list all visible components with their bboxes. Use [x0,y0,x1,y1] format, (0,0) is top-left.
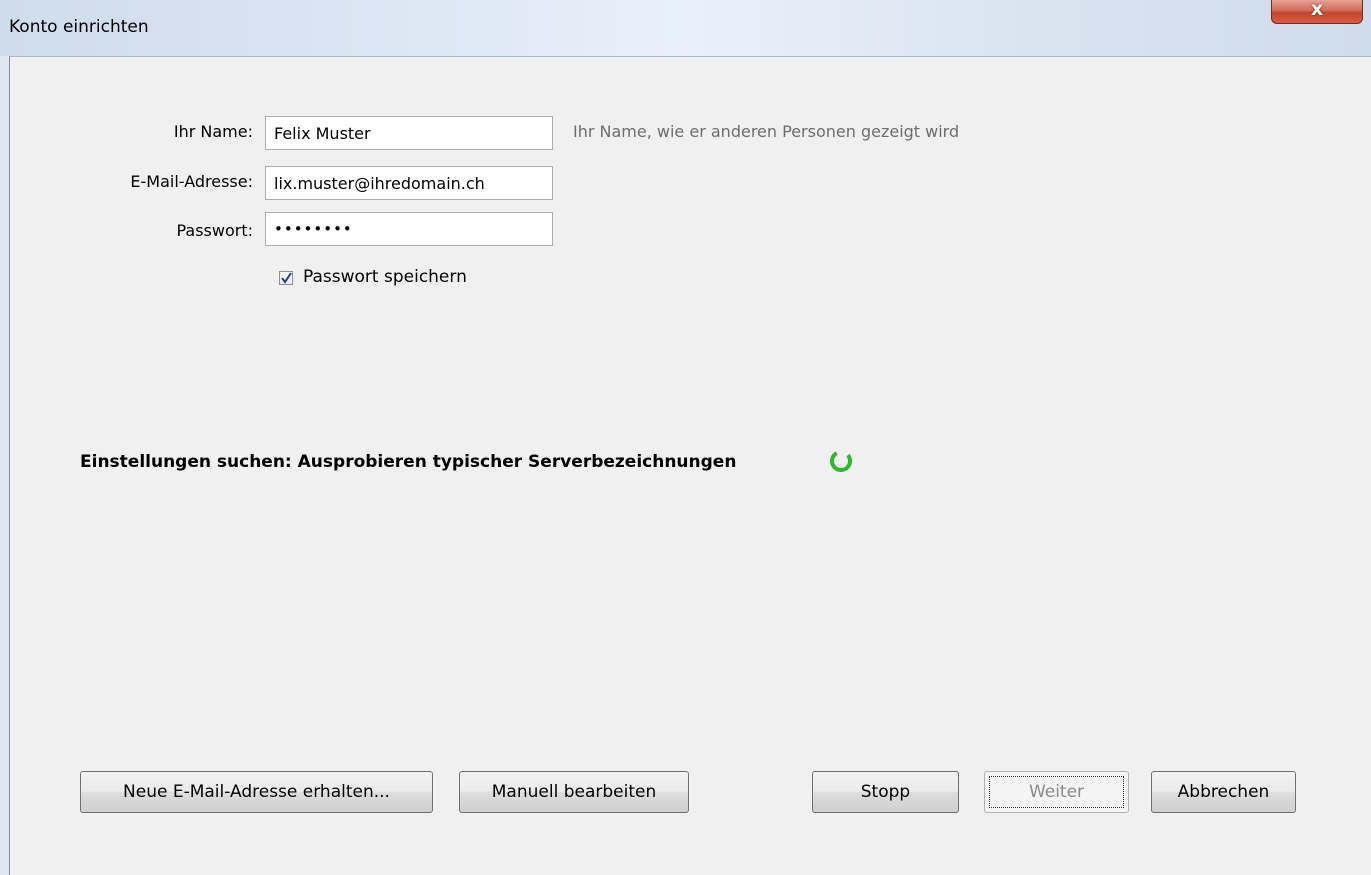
status-text: Einstellungen suchen: Ausprobieren typis… [80,452,737,472]
checkmark-icon [281,272,292,284]
manual-edit-button[interactable]: Manuell bearbeiten [459,771,689,813]
title-bar: Konto einrichten x [0,0,1371,56]
email-label: E-Mail-Adresse: [130,172,253,191]
cancel-button[interactable]: Abbrechen [1151,771,1296,813]
remember-password-checkbox[interactable] [279,271,293,285]
name-label: Ihr Name: [173,122,253,141]
spinner-icon [830,450,852,472]
remember-password-label[interactable]: Passwort speichern [303,267,467,287]
name-input[interactable]: Felix Muster [265,116,553,150]
dialog-content: Ihr Name: Felix Muster Ihr Name, wie er … [9,56,1371,875]
email-input[interactable]: lix.muster@ihredomain.ch [265,166,553,200]
password-input[interactable]: •••••••• [265,212,553,246]
stop-button[interactable]: Stopp [812,771,959,813]
next-button: Weiter [984,771,1129,813]
name-hint: Ihr Name, wie er anderen Personen gezeig… [573,122,960,141]
window-title: Konto einrichten [9,17,149,37]
password-label: Passwort: [176,221,253,240]
close-button[interactable]: x [1271,0,1363,24]
close-icon: x [1310,0,1324,20]
focus-ring [989,776,1124,808]
new-email-button[interactable]: Neue E-Mail-Adresse erhalten... [80,771,433,813]
